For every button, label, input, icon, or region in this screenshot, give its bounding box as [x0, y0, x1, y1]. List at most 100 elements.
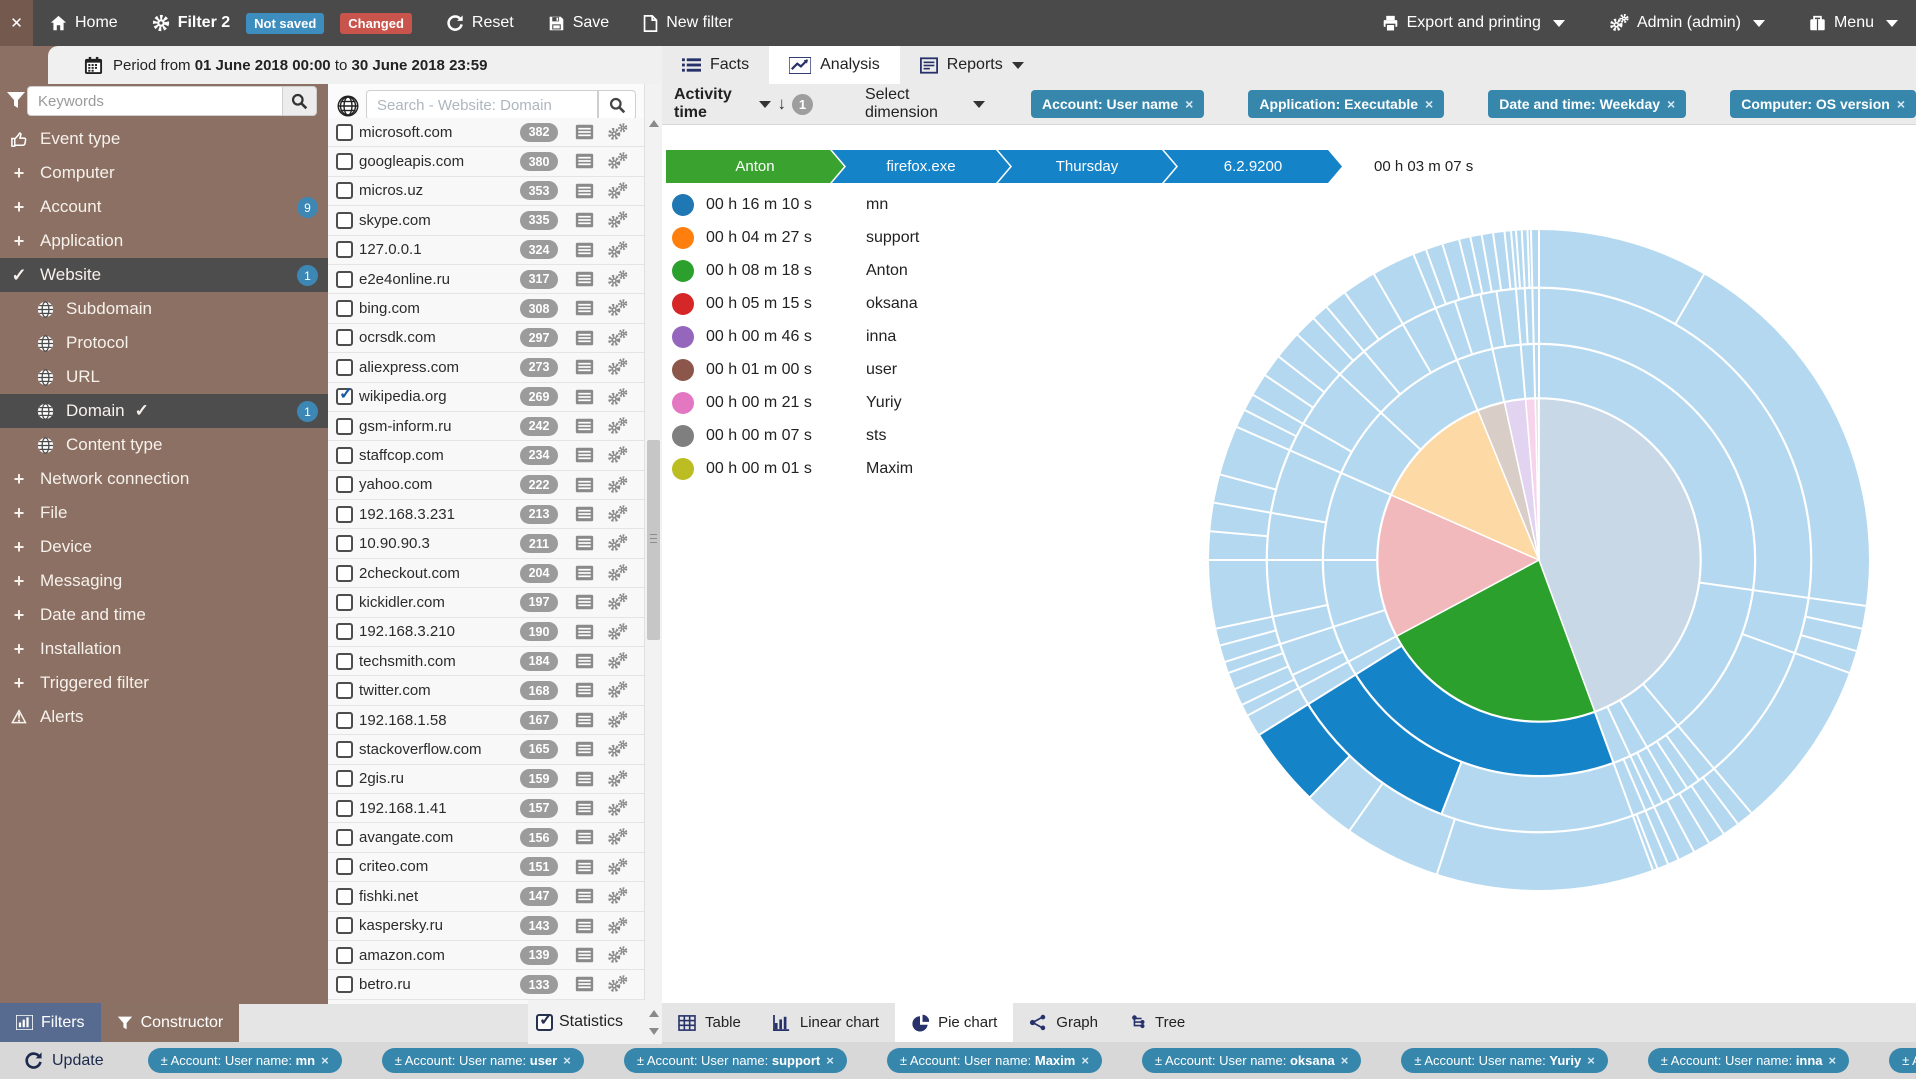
show-details-button[interactable]: [575, 712, 594, 733]
keywords-input[interactable]: [27, 86, 283, 116]
expand-plus-icon[interactable]: +: [8, 537, 30, 558]
domain-checkbox[interactable]: ✓: [336, 653, 353, 670]
show-details-button[interactable]: [575, 359, 594, 380]
legend-row[interactable]: 00 h 05 m 15 soksana: [672, 287, 919, 320]
sidebar-item-alerts[interactable]: ⚠Alerts: [0, 700, 328, 734]
show-details-button[interactable]: [575, 300, 594, 321]
sidebar-item-computer[interactable]: +Computer: [0, 156, 328, 190]
row-actions-button[interactable]: [607, 564, 628, 587]
row-actions-button[interactable]: [607, 417, 628, 440]
domain-search-button[interactable]: [598, 90, 636, 120]
row-actions-button[interactable]: [607, 887, 628, 910]
legend-row[interactable]: 00 h 08 m 18 sAnton: [672, 254, 919, 287]
row-actions-button[interactable]: [607, 476, 628, 499]
legend-row[interactable]: 00 h 00 m 21 sYuriy: [672, 386, 919, 419]
row-actions-button[interactable]: [607, 858, 628, 881]
domain-checkbox[interactable]: ✓: [336, 594, 353, 611]
domain-checkbox[interactable]: ✓: [336, 947, 353, 964]
dimension-chip[interactable]: Computer: OS version×: [1730, 90, 1916, 118]
domain-search-input[interactable]: [366, 90, 598, 120]
sidebar-item-device[interactable]: +Device: [0, 530, 328, 564]
account-filter-chip[interactable]: ± Account: User name: Yuriy×: [1401, 1048, 1607, 1073]
show-details-button[interactable]: [575, 447, 594, 468]
remove-chip-icon[interactable]: ×: [563, 1053, 571, 1068]
domain-row[interactable]: ✓fishki.net147: [328, 882, 646, 911]
domain-checkbox[interactable]: ✓: [336, 712, 353, 729]
reset-button[interactable]: Reset: [446, 14, 514, 32]
breadcrumb-step[interactable]: firefox.exe: [832, 150, 1010, 183]
expand-plus-icon[interactable]: +: [8, 163, 30, 184]
show-details-button[interactable]: [575, 565, 594, 586]
show-details-button[interactable]: [575, 271, 594, 292]
keywords-search-button[interactable]: [283, 86, 317, 116]
domain-row[interactable]: ✓techsmith.com184: [328, 647, 646, 676]
close-panel-button[interactable]: ✕: [0, 0, 33, 46]
account-filter-chip[interactable]: ± Account: User name: oksana×: [1142, 1048, 1361, 1073]
row-actions-button[interactable]: [607, 711, 628, 734]
tab-constructor[interactable]: Constructor: [101, 1003, 240, 1042]
domain-checkbox[interactable]: ✓: [336, 535, 353, 552]
domain-checkbox[interactable]: ✓: [336, 623, 353, 640]
row-actions-button[interactable]: [607, 505, 628, 528]
domain-row[interactable]: ✓googleapis.com380: [328, 147, 646, 176]
sidebar-item-date-and-time[interactable]: +Date and time: [0, 598, 328, 632]
row-actions-button[interactable]: [607, 241, 628, 264]
row-actions-button[interactable]: [607, 828, 628, 851]
row-actions-button[interactable]: [607, 123, 628, 146]
sidebar-item-domain[interactable]: Domain✓1: [0, 394, 328, 428]
show-details-button[interactable]: [575, 242, 594, 263]
domain-checkbox[interactable]: ✓: [336, 858, 353, 875]
sidebar-item-website[interactable]: ✓Website1: [0, 258, 328, 292]
home-button[interactable]: Home: [50, 14, 118, 32]
show-details-button[interactable]: [575, 800, 594, 821]
export-printing-menu[interactable]: Export and printing: [1382, 14, 1565, 32]
domain-row[interactable]: ✓192.168.3.210190: [328, 618, 646, 647]
view-tab-tree[interactable]: Tree: [1114, 1003, 1201, 1042]
domain-row[interactable]: ✓ocrsdk.com297: [328, 324, 646, 353]
show-details-button[interactable]: [575, 506, 594, 527]
row-actions-button[interactable]: [607, 975, 628, 998]
remove-chip-icon[interactable]: ×: [321, 1053, 329, 1068]
dimension-chip[interactable]: Application: Executable×: [1248, 90, 1444, 118]
domain-checkbox[interactable]: ✓: [336, 300, 353, 317]
show-details-button[interactable]: [575, 535, 594, 556]
filter-name-button[interactable]: Filter 2 Not saved Changed: [152, 13, 412, 34]
domain-row[interactable]: ✓e2e4online.ru317: [328, 265, 646, 294]
domain-checkbox[interactable]: ✓: [336, 506, 353, 523]
statistics-checkbox[interactable]: ✓: [536, 1014, 553, 1031]
row-actions-button[interactable]: [607, 593, 628, 616]
domain-checkbox[interactable]: ✓: [336, 418, 353, 435]
scroll-up-arrow-icon[interactable]: [649, 1010, 659, 1017]
sidebar-item-network-connection[interactable]: +Network connection: [0, 462, 328, 496]
show-details-button[interactable]: [575, 976, 594, 997]
domain-checkbox[interactable]: ✓: [336, 212, 353, 229]
domain-row[interactable]: ✓wikipedia.org269: [328, 383, 646, 412]
domain-row[interactable]: ✓192.168.1.41157: [328, 794, 646, 823]
row-actions-button[interactable]: [607, 358, 628, 381]
account-filter-chip[interactable]: ± Account: User name: support×: [624, 1048, 847, 1073]
domain-row[interactable]: ✓10.90.90.3211: [328, 529, 646, 558]
view-tab-linear-chart[interactable]: Linear chart: [757, 1003, 895, 1042]
statistics-toggle[interactable]: ✓ Statistics: [528, 1000, 646, 1044]
show-details-button[interactable]: [575, 212, 594, 233]
domain-row[interactable]: ✓kickidler.com197: [328, 588, 646, 617]
domain-row[interactable]: ✓skype.com335: [328, 206, 646, 235]
domain-row[interactable]: ✓avangate.com156: [328, 823, 646, 852]
sidebar-item-protocol[interactable]: Protocol: [0, 326, 328, 360]
row-actions-button[interactable]: [607, 211, 628, 234]
row-actions-button[interactable]: [607, 329, 628, 352]
scroll-down-arrow-icon[interactable]: [649, 1028, 659, 1035]
domain-row[interactable]: ✓amazon.com139: [328, 941, 646, 970]
row-actions-button[interactable]: [607, 534, 628, 557]
remove-chip-icon[interactable]: ×: [1667, 96, 1675, 112]
expand-plus-icon[interactable]: +: [8, 605, 30, 626]
dimension-chip[interactable]: Account: User name×: [1031, 90, 1204, 118]
account-filter-chip[interactable]: ± Account: User name: Maxim×: [887, 1048, 1102, 1073]
legend-row[interactable]: 00 h 16 m 10 smn: [672, 188, 919, 221]
expand-plus-icon[interactable]: +: [8, 231, 30, 252]
domain-checkbox[interactable]: ✓: [336, 800, 353, 817]
domain-row[interactable]: ✓betro.ru133: [328, 970, 646, 999]
expand-plus-icon[interactable]: +: [8, 673, 30, 694]
tab-analysis[interactable]: Analysis: [769, 46, 900, 84]
domain-checkbox[interactable]: ✓: [336, 241, 353, 258]
